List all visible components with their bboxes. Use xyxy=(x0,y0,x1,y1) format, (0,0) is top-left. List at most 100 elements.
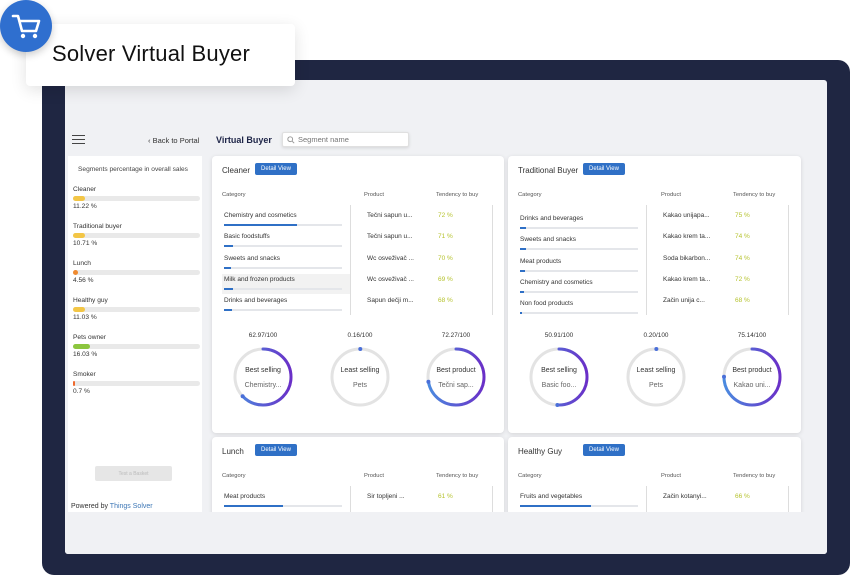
gauge-label: Least selling xyxy=(636,367,676,374)
segments-panel: Segments percentage in overall sales Cle… xyxy=(68,156,202,512)
detail-view-button[interactable]: Detail View xyxy=(255,163,297,175)
segment-bar-fill xyxy=(73,307,85,312)
segment-bar-track xyxy=(73,344,200,349)
tendency-value: 69 % xyxy=(438,275,453,283)
category-bar-fill xyxy=(520,312,523,315)
gauge-label: Best product xyxy=(436,367,476,374)
product-name[interactable]: Sapun dečji m... xyxy=(367,297,414,304)
category-row[interactable]: Chemistry and cosmetics xyxy=(222,210,350,230)
category-header: Category xyxy=(518,473,542,479)
back-label: Back to Portal xyxy=(152,136,200,145)
product-name[interactable]: Soda bikarbon... xyxy=(663,255,710,262)
tendency-value: 61 % xyxy=(438,493,453,500)
category-bar-fill xyxy=(224,224,298,226)
gauge-end-dot xyxy=(240,394,245,399)
category-table: Chemistry and cosmetics Basic foodstuffs S… xyxy=(222,205,493,315)
cart-logo xyxy=(0,0,52,52)
product-name[interactable]: Začin kotanyi... xyxy=(663,493,707,500)
product-header: Product xyxy=(364,192,384,198)
search-icon xyxy=(287,136,295,144)
detail-view-button[interactable]: Detail View xyxy=(583,163,625,175)
kpi-gauge: 50.91/100 Best selling Basic foo... xyxy=(528,332,590,414)
things-solver-link[interactable]: Things Solver xyxy=(110,503,153,510)
category-row[interactable]: Non food products xyxy=(518,298,646,318)
category-row[interactable]: Fruits and vegetables xyxy=(518,491,646,511)
category-bar-track xyxy=(520,227,638,229)
segment-search-input[interactable] xyxy=(282,132,409,147)
back-to-portal-link[interactable]: ‹ Back to Portal xyxy=(148,136,199,145)
gauge-label: Best product xyxy=(732,367,772,374)
segment-item[interactable]: Healthy guy 11.03 % xyxy=(73,297,201,321)
gauge-sublabel: Basic foo... xyxy=(541,382,577,389)
category-row[interactable]: Chemistry and cosmetics xyxy=(518,277,646,297)
gauge-track xyxy=(626,347,686,407)
category-name: Drinks and beverages xyxy=(520,215,584,222)
gauge-value: 62.97/100 xyxy=(248,332,278,339)
category-table: Drinks and beverages Sweets and snacks Mea… xyxy=(518,205,789,318)
segment-item[interactable]: Traditional buyer 10.71 % xyxy=(73,223,201,247)
gauge-ring xyxy=(330,347,390,407)
tendency-value: 74 % xyxy=(735,254,750,262)
segment-bar-track xyxy=(73,196,200,201)
segment-item[interactable]: Cleaner 11.22 % xyxy=(73,186,201,210)
product-name[interactable]: Tečni sapun u... xyxy=(367,233,413,240)
category-bar-track xyxy=(520,269,638,272)
category-row[interactable]: Basic foodstuffs xyxy=(222,231,350,251)
gauge-label: Best selling xyxy=(245,367,281,374)
detail-view-button[interactable]: Detail View xyxy=(583,444,625,456)
hamburger-menu-icon[interactable] xyxy=(72,135,85,145)
page-title: Virtual Buyer xyxy=(216,135,272,145)
detail-view-button[interactable]: Detail View xyxy=(255,444,297,456)
segment-percent: 10.71 % xyxy=(73,240,98,247)
product-name[interactable]: Tečni sapun u... xyxy=(367,212,413,219)
gauge-label: Least selling xyxy=(340,367,380,374)
category-name: Non food products xyxy=(520,300,574,308)
gauge-sublabel: Pets xyxy=(648,382,663,389)
segment-card-cleaner: Cleaner Detail View Category Product Tendenc… xyxy=(212,156,504,433)
product-name[interactable]: Kakao krem ta... xyxy=(663,276,710,283)
product-name[interactable]: Wc osveživač ... xyxy=(367,255,414,262)
segment-item[interactable]: Lunch 4.56 % xyxy=(73,260,201,284)
category-bar-fill xyxy=(520,290,524,293)
category-row[interactable]: Milk and frozen products xyxy=(222,273,350,294)
segment-bar-fill xyxy=(73,381,75,386)
category-name: Sweets and snacks xyxy=(520,236,577,244)
card-title: Healthy Guy xyxy=(518,447,563,456)
category-bar-fill xyxy=(224,245,234,248)
segments-title: Segments percentage in overall sales xyxy=(78,166,188,173)
topbar: ‹ Back to Portal Virtual Buyer xyxy=(65,128,827,154)
tendency-header: Tendency to buy xyxy=(436,473,479,479)
category-bar-fill xyxy=(224,309,233,312)
product-name[interactable]: Wc osveživač ... xyxy=(367,276,414,283)
category-row[interactable]: Meat products xyxy=(222,491,350,511)
category-bar-track xyxy=(224,309,342,312)
category-bar-track xyxy=(224,224,342,226)
tendency-value: 72 % xyxy=(735,275,750,283)
product-name[interactable]: Kakao krem ta... xyxy=(663,233,710,240)
category-row[interactable]: Sweets and snacks xyxy=(518,234,646,254)
product-name[interactable]: Sir topljeni ... xyxy=(367,493,405,500)
segment-bar-track xyxy=(73,381,200,386)
segment-item[interactable]: Pets owner 16.03 % xyxy=(73,334,201,358)
segment-percent: 4.56 % xyxy=(73,277,94,284)
category-row[interactable]: Meat products xyxy=(518,256,646,276)
category-name: Basic foodstuffs xyxy=(224,233,270,241)
tendency-value: 74 % xyxy=(735,233,750,241)
card-title: Traditional Buyer xyxy=(518,166,579,175)
tendency-value: 66 % xyxy=(735,493,750,500)
category-row[interactable]: Drinks and beverages xyxy=(222,295,350,315)
category-name: Meat products xyxy=(520,257,562,265)
product-name[interactable]: Začin unija c... xyxy=(663,297,705,304)
kpi-gauge: 0.20/100 Least selling Pets xyxy=(625,332,687,414)
segment-item[interactable]: Smoker 0.7 % xyxy=(73,371,201,395)
test-basket-button[interactable]: Test a Basket xyxy=(95,466,172,481)
gauge-value: 75.14/100 xyxy=(737,332,767,339)
table-divider xyxy=(350,205,351,315)
category-bar-fill xyxy=(224,266,232,269)
product-name[interactable]: Kakao unijapa... xyxy=(663,212,710,219)
gauge-end-dot xyxy=(358,347,363,352)
category-row[interactable]: Drinks and beverages xyxy=(518,213,646,233)
tendency-value: 75 % xyxy=(735,212,750,219)
tendency-header: Tendency to buy xyxy=(733,192,776,198)
category-row[interactable]: Sweets and snacks xyxy=(222,253,350,273)
